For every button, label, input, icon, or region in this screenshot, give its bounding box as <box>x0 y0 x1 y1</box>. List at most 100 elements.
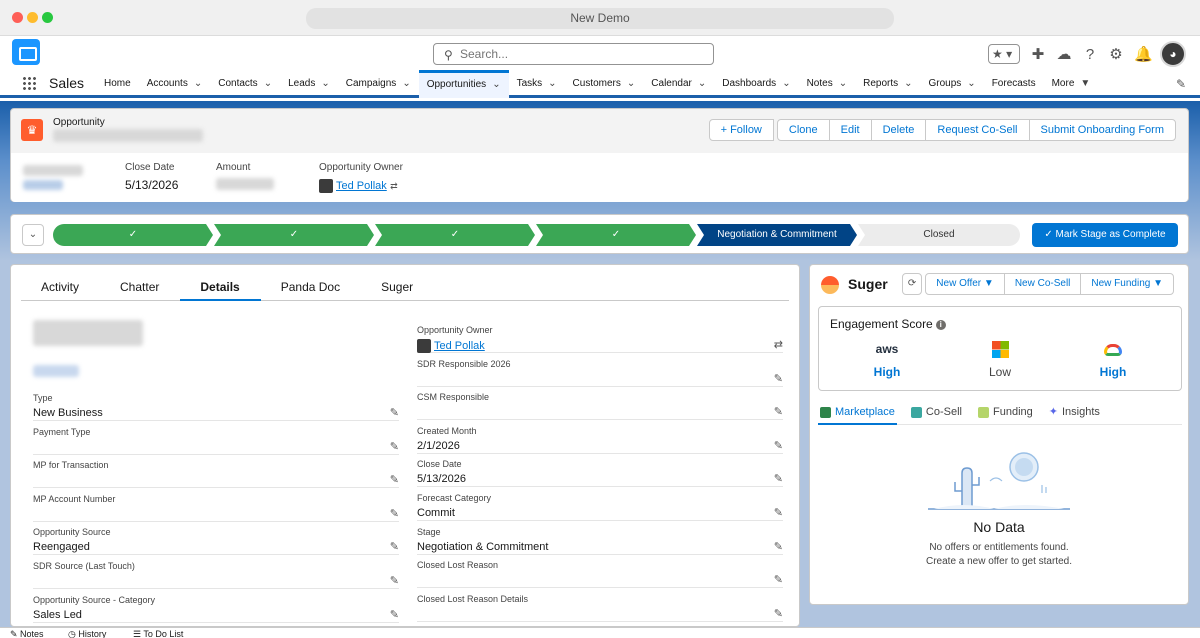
utility-history[interactable]: ◷ History <box>68 629 106 638</box>
path-stage-2[interactable]: ✓ <box>214 224 374 246</box>
path-stage-1[interactable]: ✓ <box>53 224 213 246</box>
nav-item-home[interactable]: Home <box>96 70 139 98</box>
utility-notes[interactable]: ✎ Notes <box>10 629 44 638</box>
edit-pencil-icon[interactable]: ✎ <box>390 608 399 621</box>
minimize-window-button[interactable] <box>27 12 38 23</box>
user-avatar[interactable]: ◕ <box>1160 41 1186 67</box>
edit-pencil-icon[interactable]: ✎ <box>390 440 399 453</box>
record-highlights-panel: ♛ Opportunity + Follow Clone Edit Delete… <box>10 108 1189 202</box>
edit-pencil-icon[interactable]: ✎ <box>774 573 783 586</box>
chevron-down-icon[interactable]: ⌄ <box>402 78 410 89</box>
info-icon[interactable]: i <box>935 319 946 330</box>
tab-activity[interactable]: Activity <box>21 275 100 301</box>
nav-item-opportunities[interactable]: Opportunities ⌄ <box>418 70 509 98</box>
help-icon[interactable]: ? <box>1082 46 1098 63</box>
nav-item-dashboards[interactable]: Dashboards ⌄ <box>714 70 798 98</box>
request-cosell-button[interactable]: Request Co-Sell <box>925 119 1030 141</box>
edit-pencil-icon[interactable]: ✎ <box>774 439 783 452</box>
chevron-down-icon[interactable]: ⌄ <box>839 78 847 89</box>
maximize-window-button[interactable] <box>42 12 53 23</box>
delete-button[interactable]: Delete <box>870 119 927 141</box>
new-cosell-button[interactable]: New Co-Sell <box>1003 273 1082 295</box>
edit-pencil-icon[interactable]: ✎ <box>774 607 783 620</box>
nav-item-forecasts[interactable]: Forecasts <box>984 70 1044 98</box>
nav-item-campaigns[interactable]: Campaigns ⌄ <box>338 70 419 98</box>
chevron-down-icon[interactable]: ⌄ <box>967 78 975 89</box>
edit-pencil-icon[interactable]: ✎ <box>390 473 399 486</box>
chevron-down-icon[interactable]: ▼ <box>1080 78 1090 89</box>
path-stage-3[interactable]: ✓ <box>375 224 535 246</box>
tab-chatter[interactable]: Chatter <box>100 275 180 301</box>
edit-pencil-icon[interactable]: ✎ <box>390 406 399 419</box>
favorites-star-icon[interactable]: ★ ▾ <box>988 44 1020 64</box>
subtab-funding[interactable]: Funding <box>976 401 1035 425</box>
notifications-bell-icon[interactable]: 🔔 <box>1134 45 1153 63</box>
chevron-down-icon[interactable]: ⌄ <box>264 78 272 89</box>
subtab-insights[interactable]: ✦ Insights <box>1047 401 1102 425</box>
edit-pencil-icon[interactable]: ✎ <box>774 506 783 519</box>
follow-button[interactable]: + Follow <box>708 119 774 141</box>
nav-item-reports[interactable]: Reports ⌄ <box>855 70 920 98</box>
edit-nav-pencil-icon[interactable]: ✎ <box>1176 77 1186 91</box>
field-value: New Business <box>33 407 103 419</box>
edit-pencil-icon[interactable]: ✎ <box>774 405 783 418</box>
nav-item-contacts[interactable]: Contacts ⌄ <box>210 70 280 98</box>
app-launcher-waffle-icon[interactable] <box>22 76 36 90</box>
close-window-button[interactable] <box>12 12 23 23</box>
window-title[interactable]: New Demo <box>306 8 894 29</box>
setup-gear-icon[interactable]: ⚙ <box>1108 45 1124 63</box>
search-input[interactable] <box>460 46 700 62</box>
utility-bar: ✎ Notes ◷ History ☰ To Do List <box>0 627 1200 638</box>
edit-pencil-icon[interactable]: ✎ <box>774 540 783 553</box>
nav-item-more[interactable]: More ▼ <box>1044 70 1099 98</box>
tab-panda-doc[interactable]: Panda Doc <box>261 275 361 301</box>
nav-item-label: More <box>1051 78 1075 89</box>
utility-todo[interactable]: ☰ To Do List <box>133 629 183 638</box>
trailhead-icon[interactable]: ☁ <box>1056 45 1072 63</box>
global-actions-plus-icon[interactable]: ✚ <box>1030 45 1046 63</box>
tab-details[interactable]: Details <box>180 275 261 301</box>
edit-pencil-icon[interactable]: ✎ <box>774 372 783 385</box>
subtab-marketplace[interactable]: Marketplace <box>818 401 897 425</box>
chevron-down-icon[interactable]: ⌄ <box>627 78 635 89</box>
nav-item-calendar[interactable]: Calendar ⌄ <box>643 70 714 98</box>
new-offer-button[interactable]: New Offer ▼ <box>925 273 1005 295</box>
chevron-down-icon[interactable]: ⌄ <box>782 78 790 89</box>
field-mp-account-number: MP Account Number ✎ <box>33 490 399 522</box>
subtab-cosell[interactable]: Co-Sell <box>909 401 964 425</box>
submit-onboarding-button[interactable]: Submit Onboarding Form <box>1028 119 1176 141</box>
edit-pencil-icon[interactable]: ✎ <box>774 472 783 485</box>
chevron-down-icon[interactable]: ⌄ <box>548 78 556 89</box>
path-stage-5[interactable]: Negotiation & Commitment <box>697 224 857 246</box>
nav-item-label: Leads <box>288 78 316 89</box>
refresh-button[interactable]: ⟳ <box>901 273 923 295</box>
edit-button[interactable]: Edit <box>828 119 872 141</box>
nav-item-leads[interactable]: Leads ⌄ <box>280 70 338 98</box>
global-search[interactable]: ⚲ <box>433 43 714 65</box>
edit-pencil-icon[interactable]: ✎ <box>390 540 399 553</box>
new-funding-button[interactable]: New Funding ▼ <box>1080 273 1174 295</box>
mark-stage-complete-button[interactable]: ✓ Mark Stage as Complete <box>1032 223 1178 247</box>
nav-item-tasks[interactable]: Tasks ⌄ <box>509 70 565 98</box>
tab-suger[interactable]: Suger <box>361 275 434 301</box>
nav-item-notes[interactable]: Notes ⌄ <box>799 70 856 98</box>
chevron-down-icon[interactable]: ⌄ <box>904 78 912 89</box>
nav-item-customers[interactable]: Customers ⌄ <box>565 70 644 98</box>
edit-pencil-icon[interactable]: ✎ <box>390 574 399 587</box>
nav-item-groups[interactable]: Groups ⌄ <box>921 70 984 98</box>
owner-link[interactable]: Ted Pollak <box>336 180 387 192</box>
edit-pencil-icon[interactable]: ✎ <box>390 507 399 520</box>
change-owner-icon[interactable]: ⇄ <box>774 338 783 351</box>
path-stage-4[interactable]: ✓ <box>536 224 696 246</box>
owner-link[interactable]: Ted Pollak <box>434 340 485 352</box>
change-owner-icon[interactable]: ⇄ <box>390 181 398 191</box>
path-toggle-chevron-icon[interactable]: ⌄ <box>22 224 44 246</box>
nav-item-accounts[interactable]: Accounts ⌄ <box>139 70 211 98</box>
clone-button[interactable]: Clone <box>776 119 830 141</box>
path-stage-6[interactable]: Closed <box>858 224 1020 246</box>
chevron-down-icon[interactable]: ⌄ <box>492 79 500 90</box>
chevron-down-icon[interactable]: ⌄ <box>698 78 706 89</box>
chevron-down-icon[interactable]: ⌄ <box>194 78 202 89</box>
app-logo-icon[interactable] <box>12 39 40 65</box>
chevron-down-icon[interactable]: ⌄ <box>321 78 329 89</box>
